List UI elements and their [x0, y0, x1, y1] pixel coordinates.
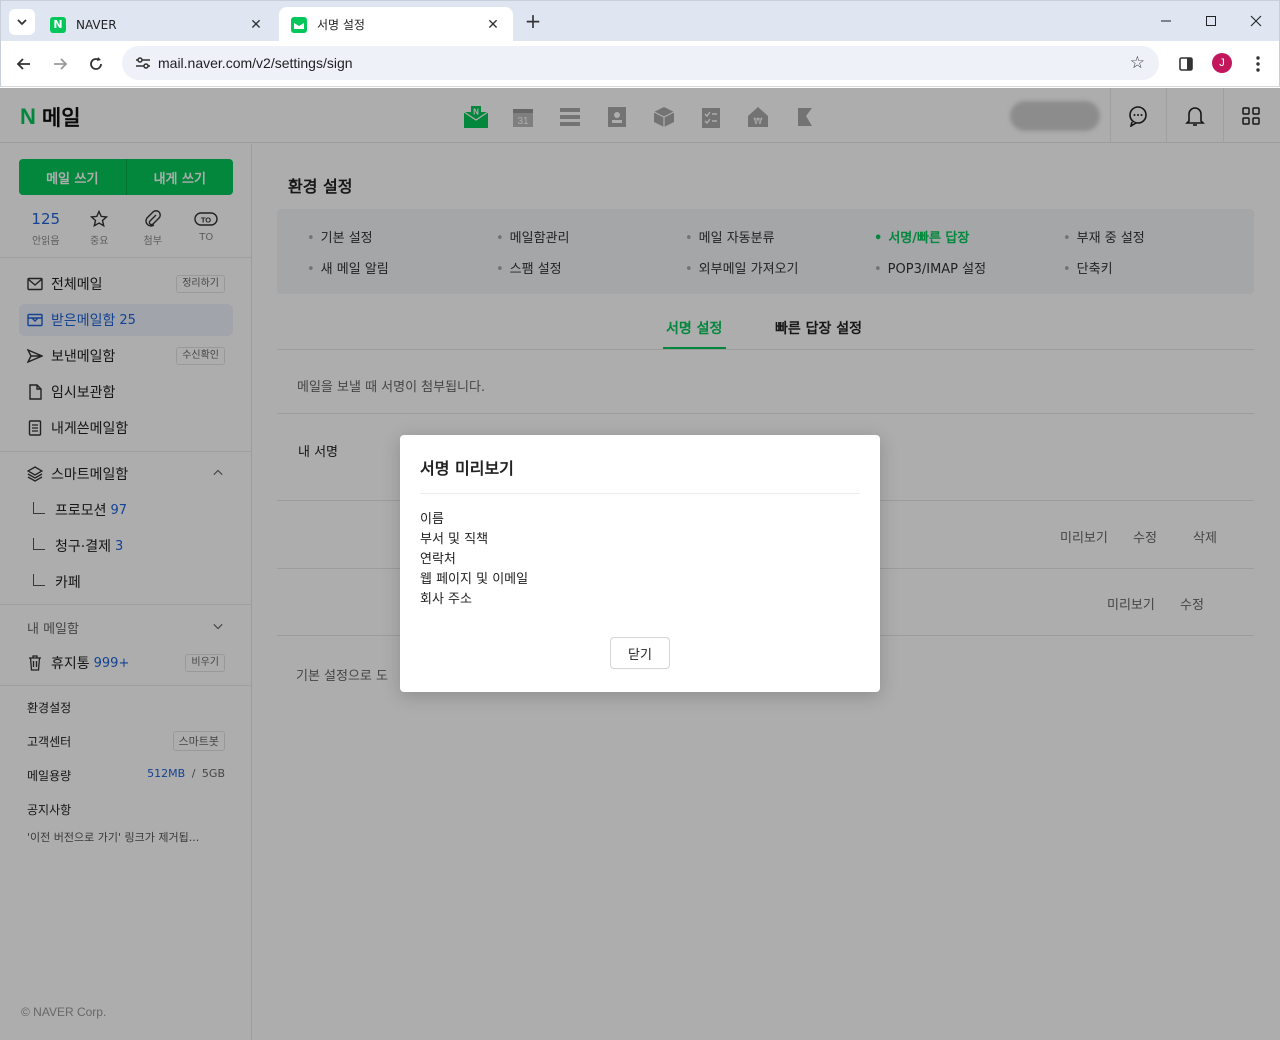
side-panel-icon: [1179, 57, 1193, 71]
signature-line-contact: 연락처: [420, 552, 456, 567]
signature-line-address: 회사 주소: [420, 592, 472, 607]
browser-toolbar: mail.naver.com/v2/settings/sign ☆ J: [0, 41, 1280, 87]
side-panel-button[interactable]: [1173, 51, 1199, 77]
back-button[interactable]: [11, 51, 37, 77]
address-bar[interactable]: mail.naver.com/v2/settings/sign ☆: [122, 46, 1159, 80]
chevron-down-icon: [17, 19, 27, 26]
close-icon: [1250, 15, 1262, 27]
close-window-button[interactable]: [1241, 7, 1271, 35]
signature-preview-body: 이름 부서 및 직책 연락처 웹 페이지 및 이메일 회사 주소: [420, 510, 528, 610]
tab-naver[interactable]: N NAVER ✕: [38, 7, 276, 42]
minimize-icon: [1161, 20, 1171, 22]
dialog-title: 서명 미리보기: [420, 459, 514, 478]
tab-title: 서명 설정: [317, 18, 365, 32]
naver-mail-favicon-icon: [291, 16, 307, 33]
bookmark-star-icon[interactable]: ☆: [1130, 53, 1145, 73]
profile-avatar[interactable]: J: [1212, 53, 1232, 73]
signature-line-name: 이름: [420, 512, 444, 527]
tab-title: NAVER: [76, 17, 117, 32]
forward-button[interactable]: [47, 51, 73, 77]
tab-search-button[interactable]: [9, 9, 35, 35]
more-vertical-icon: [1256, 56, 1260, 72]
minimize-button[interactable]: [1151, 7, 1181, 35]
signature-line-web-email: 웹 페이지 및 이메일: [420, 572, 529, 587]
tab-signature-settings[interactable]: 서명 설정 ✕: [279, 7, 513, 42]
maximize-button[interactable]: [1196, 7, 1226, 35]
reload-button[interactable]: [83, 51, 109, 77]
browser-menu-button[interactable]: [1245, 51, 1271, 77]
signature-line-department: 부서 및 직책: [420, 532, 489, 547]
close-tab-icon[interactable]: ✕: [485, 17, 501, 33]
url-text: mail.naver.com/v2/settings/sign: [158, 55, 353, 71]
reload-icon: [90, 57, 102, 70]
signature-preview-dialog: 서명 미리보기 이름 부서 및 직책 연락처 웹 페이지 및 이메일 회사 주소…: [400, 435, 880, 692]
new-tab-button[interactable]: +: [521, 10, 545, 34]
arrow-left-icon: [16, 58, 30, 70]
arrow-right-icon: [54, 58, 68, 70]
naver-favicon-icon: N: [50, 16, 66, 33]
browser-tab-strip: N NAVER ✕ 서명 설정 ✕ +: [0, 0, 1280, 42]
maximize-icon: [1206, 16, 1216, 26]
close-tab-icon[interactable]: ✕: [248, 17, 264, 33]
close-dialog-button[interactable]: 닫기: [610, 637, 670, 669]
dialog-divider: [420, 493, 860, 494]
site-info-icon[interactable]: [134, 54, 152, 72]
